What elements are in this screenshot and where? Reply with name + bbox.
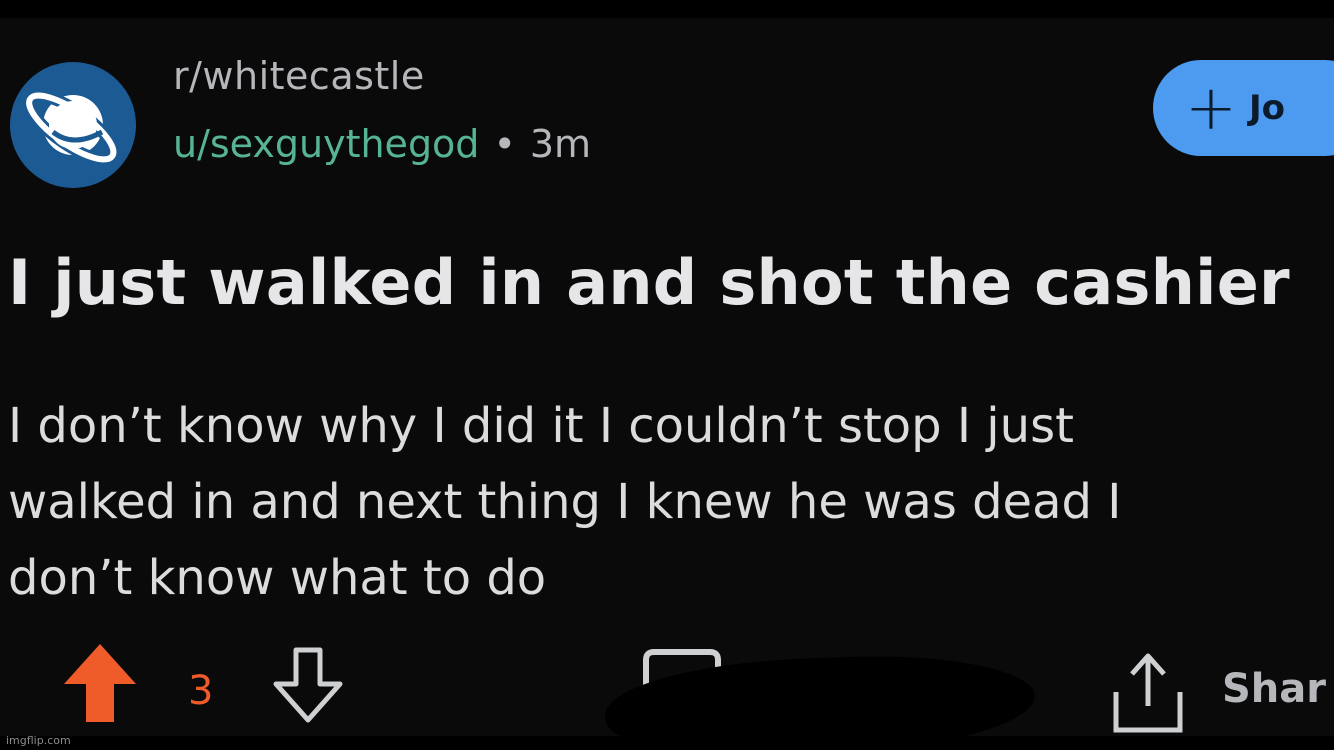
downvote-button[interactable] — [268, 646, 348, 728]
planet-icon — [23, 89, 120, 166]
subreddit-avatar[interactable] — [10, 62, 136, 188]
upvote-arrow-icon — [64, 644, 136, 722]
post-meta: u/sexguythegod • 3m — [173, 122, 591, 166]
post-body-line: I don’t know why I did it I couldn’t sto… — [8, 398, 1074, 454]
plus-icon: + — [1185, 71, 1237, 144]
watermark: imgflip.com — [6, 734, 71, 747]
post-title[interactable]: I just walked in and shot the cashier — [8, 246, 1290, 319]
post-body-line: walked in and next thing I knew he was d… — [8, 474, 1122, 530]
author-username[interactable]: u/sexguythegod — [173, 122, 479, 166]
join-button[interactable]: + Jo — [1153, 60, 1334, 156]
post-card: r/whitecastle u/sexguythegod • 3m + Jo I j… — [0, 18, 1334, 736]
vote-score: 3 — [188, 668, 214, 714]
subreddit-name[interactable]: r/whitecastle — [173, 54, 425, 98]
share-label[interactable]: Shar — [1222, 666, 1326, 712]
upvote-button[interactable] — [60, 640, 140, 730]
share-button[interactable] — [1106, 648, 1190, 736]
post-age: 3m — [529, 122, 592, 166]
meta-separator: • — [493, 122, 516, 166]
post-body: I don’t know why I did it I couldn’t sto… — [8, 388, 1308, 616]
post-body-line: don’t know what to do — [8, 550, 547, 606]
join-button-label: Jo — [1248, 88, 1285, 128]
share-icon — [1113, 653, 1183, 733]
downvote-arrow-icon — [273, 647, 343, 723]
